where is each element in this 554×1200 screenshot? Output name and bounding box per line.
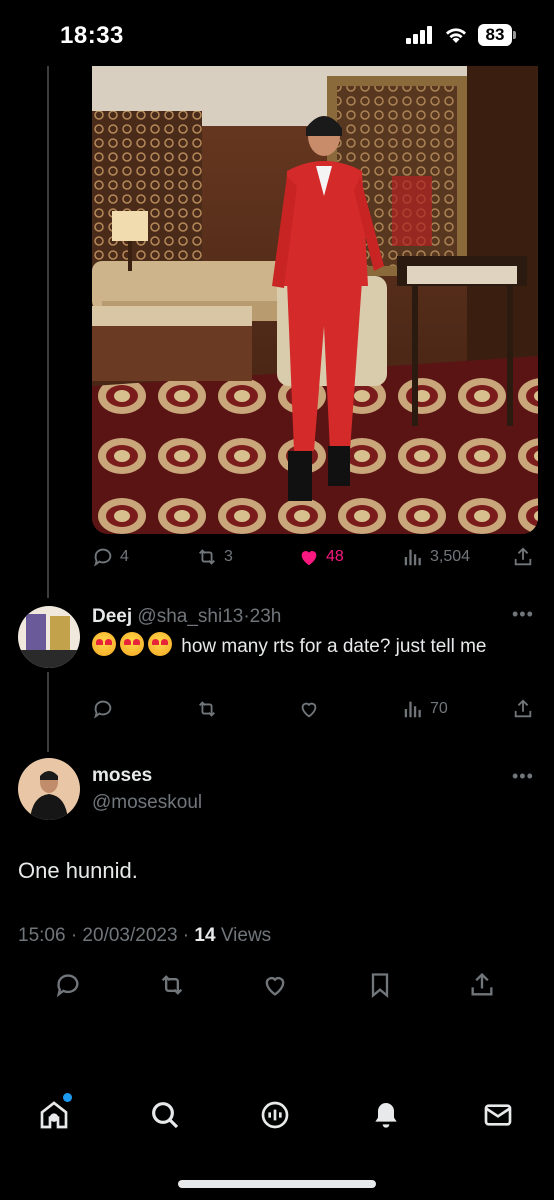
reply-header: Deej @sha_shi13·23h <box>92 606 282 627</box>
share-icon <box>514 547 532 566</box>
home-notification-dot <box>63 1093 72 1102</box>
bottom-nav <box>0 1085 554 1155</box>
home-icon[interactable] <box>38 1099 70 1131</box>
battery-icon: 83 <box>478 24 516 46</box>
reply-views-count: 70 <box>430 700 448 717</box>
retweet-icon <box>161 975 183 995</box>
heart-eyes-emoji <box>148 632 172 656</box>
bookmark-icon <box>371 973 389 998</box>
reply-like-action[interactable] <box>298 698 320 720</box>
main-like-action[interactable] <box>261 971 289 999</box>
share-icon <box>471 972 493 996</box>
like-count: 48 <box>326 548 344 565</box>
retweet-icon <box>199 549 215 565</box>
main-tweet-views-label: Views <box>220 925 272 946</box>
main-author-handle[interactable]: @moseskoul <box>92 792 202 813</box>
reply-icon <box>94 700 112 719</box>
main-bookmark-action[interactable] <box>366 971 394 999</box>
heart-eyes-emoji <box>92 632 116 656</box>
reply-action[interactable]: 4 <box>92 546 129 568</box>
heart-icon <box>265 977 285 996</box>
main-tweet-timestamp: 15:06 · 20/03/2023 · <box>18 925 195 946</box>
main-share-action[interactable] <box>468 971 496 999</box>
views-action[interactable]: 3,504 <box>402 546 470 568</box>
battery-level: 83 <box>478 24 512 46</box>
heart-icon <box>301 702 317 718</box>
thread-line-middle <box>47 672 49 752</box>
main-tweet-views-count: 14 <box>194 925 216 946</box>
share-icon <box>514 699 532 718</box>
views-count: 3,504 <box>430 548 471 565</box>
main-tweet-meta: 15:06 · 20/03/2023 · 14 Views <box>18 925 271 947</box>
main-avatar[interactable] <box>18 758 80 820</box>
thread-line-top <box>47 66 49 598</box>
views-icon <box>404 549 421 566</box>
main-more-icon[interactable]: ••• <box>512 766 534 787</box>
tweet-photo[interactable] <box>92 66 538 534</box>
home-indicator <box>178 1180 376 1188</box>
main-author-handle-row: @moseskoul <box>92 792 202 814</box>
wifi-icon <box>446 28 466 43</box>
reply-avatar[interactable] <box>18 606 80 668</box>
reply-views-action[interactable]: 70 <box>402 698 448 720</box>
reply-share-action[interactable] <box>512 698 534 720</box>
main-author-name-row: moses <box>92 765 152 787</box>
retweet-icon <box>199 701 215 717</box>
main-retweet-action[interactable] <box>158 971 186 999</box>
main-reply-action[interactable] <box>54 971 82 999</box>
reply-text-block: how many rts for a date? just tell me <box>92 632 522 661</box>
messages-icon[interactable] <box>482 1099 514 1131</box>
main-tweet-text: One hunnid. <box>18 858 138 883</box>
views-icon <box>404 701 421 718</box>
share-action[interactable] <box>512 546 534 568</box>
status-time: 18:33 <box>60 22 124 49</box>
retweet-count: 3 <box>224 548 233 565</box>
reply-more-icon[interactable]: ••• <box>512 604 534 625</box>
reply-reply-action[interactable] <box>92 698 114 720</box>
heart-filled-icon <box>301 551 317 566</box>
reply-text: how many rts for a date? just tell me <box>181 636 487 657</box>
photo-image <box>92 66 538 534</box>
signal-icon <box>406 26 432 44</box>
heart-eyes-emoji <box>120 632 144 656</box>
notifications-icon[interactable] <box>370 1099 402 1131</box>
like-action[interactable]: 48 <box>298 546 344 568</box>
reply-retweet-action[interactable] <box>196 698 218 720</box>
reply-icon <box>56 974 79 998</box>
status-bar: 18:33 83 <box>0 0 554 66</box>
retweet-action[interactable]: 3 <box>196 546 233 568</box>
spaces-icon[interactable] <box>259 1099 291 1131</box>
search-icon[interactable] <box>149 1099 181 1131</box>
reply-author-handle[interactable]: @sha_shi13 <box>137 606 243 627</box>
status-icons: 83 <box>406 24 516 46</box>
reply-time: 23h <box>249 606 282 627</box>
reply-author-name[interactable]: Deej <box>92 606 132 627</box>
reply-count: 4 <box>120 548 129 565</box>
reply-icon <box>94 548 112 567</box>
main-author-name[interactable]: moses <box>92 765 152 786</box>
